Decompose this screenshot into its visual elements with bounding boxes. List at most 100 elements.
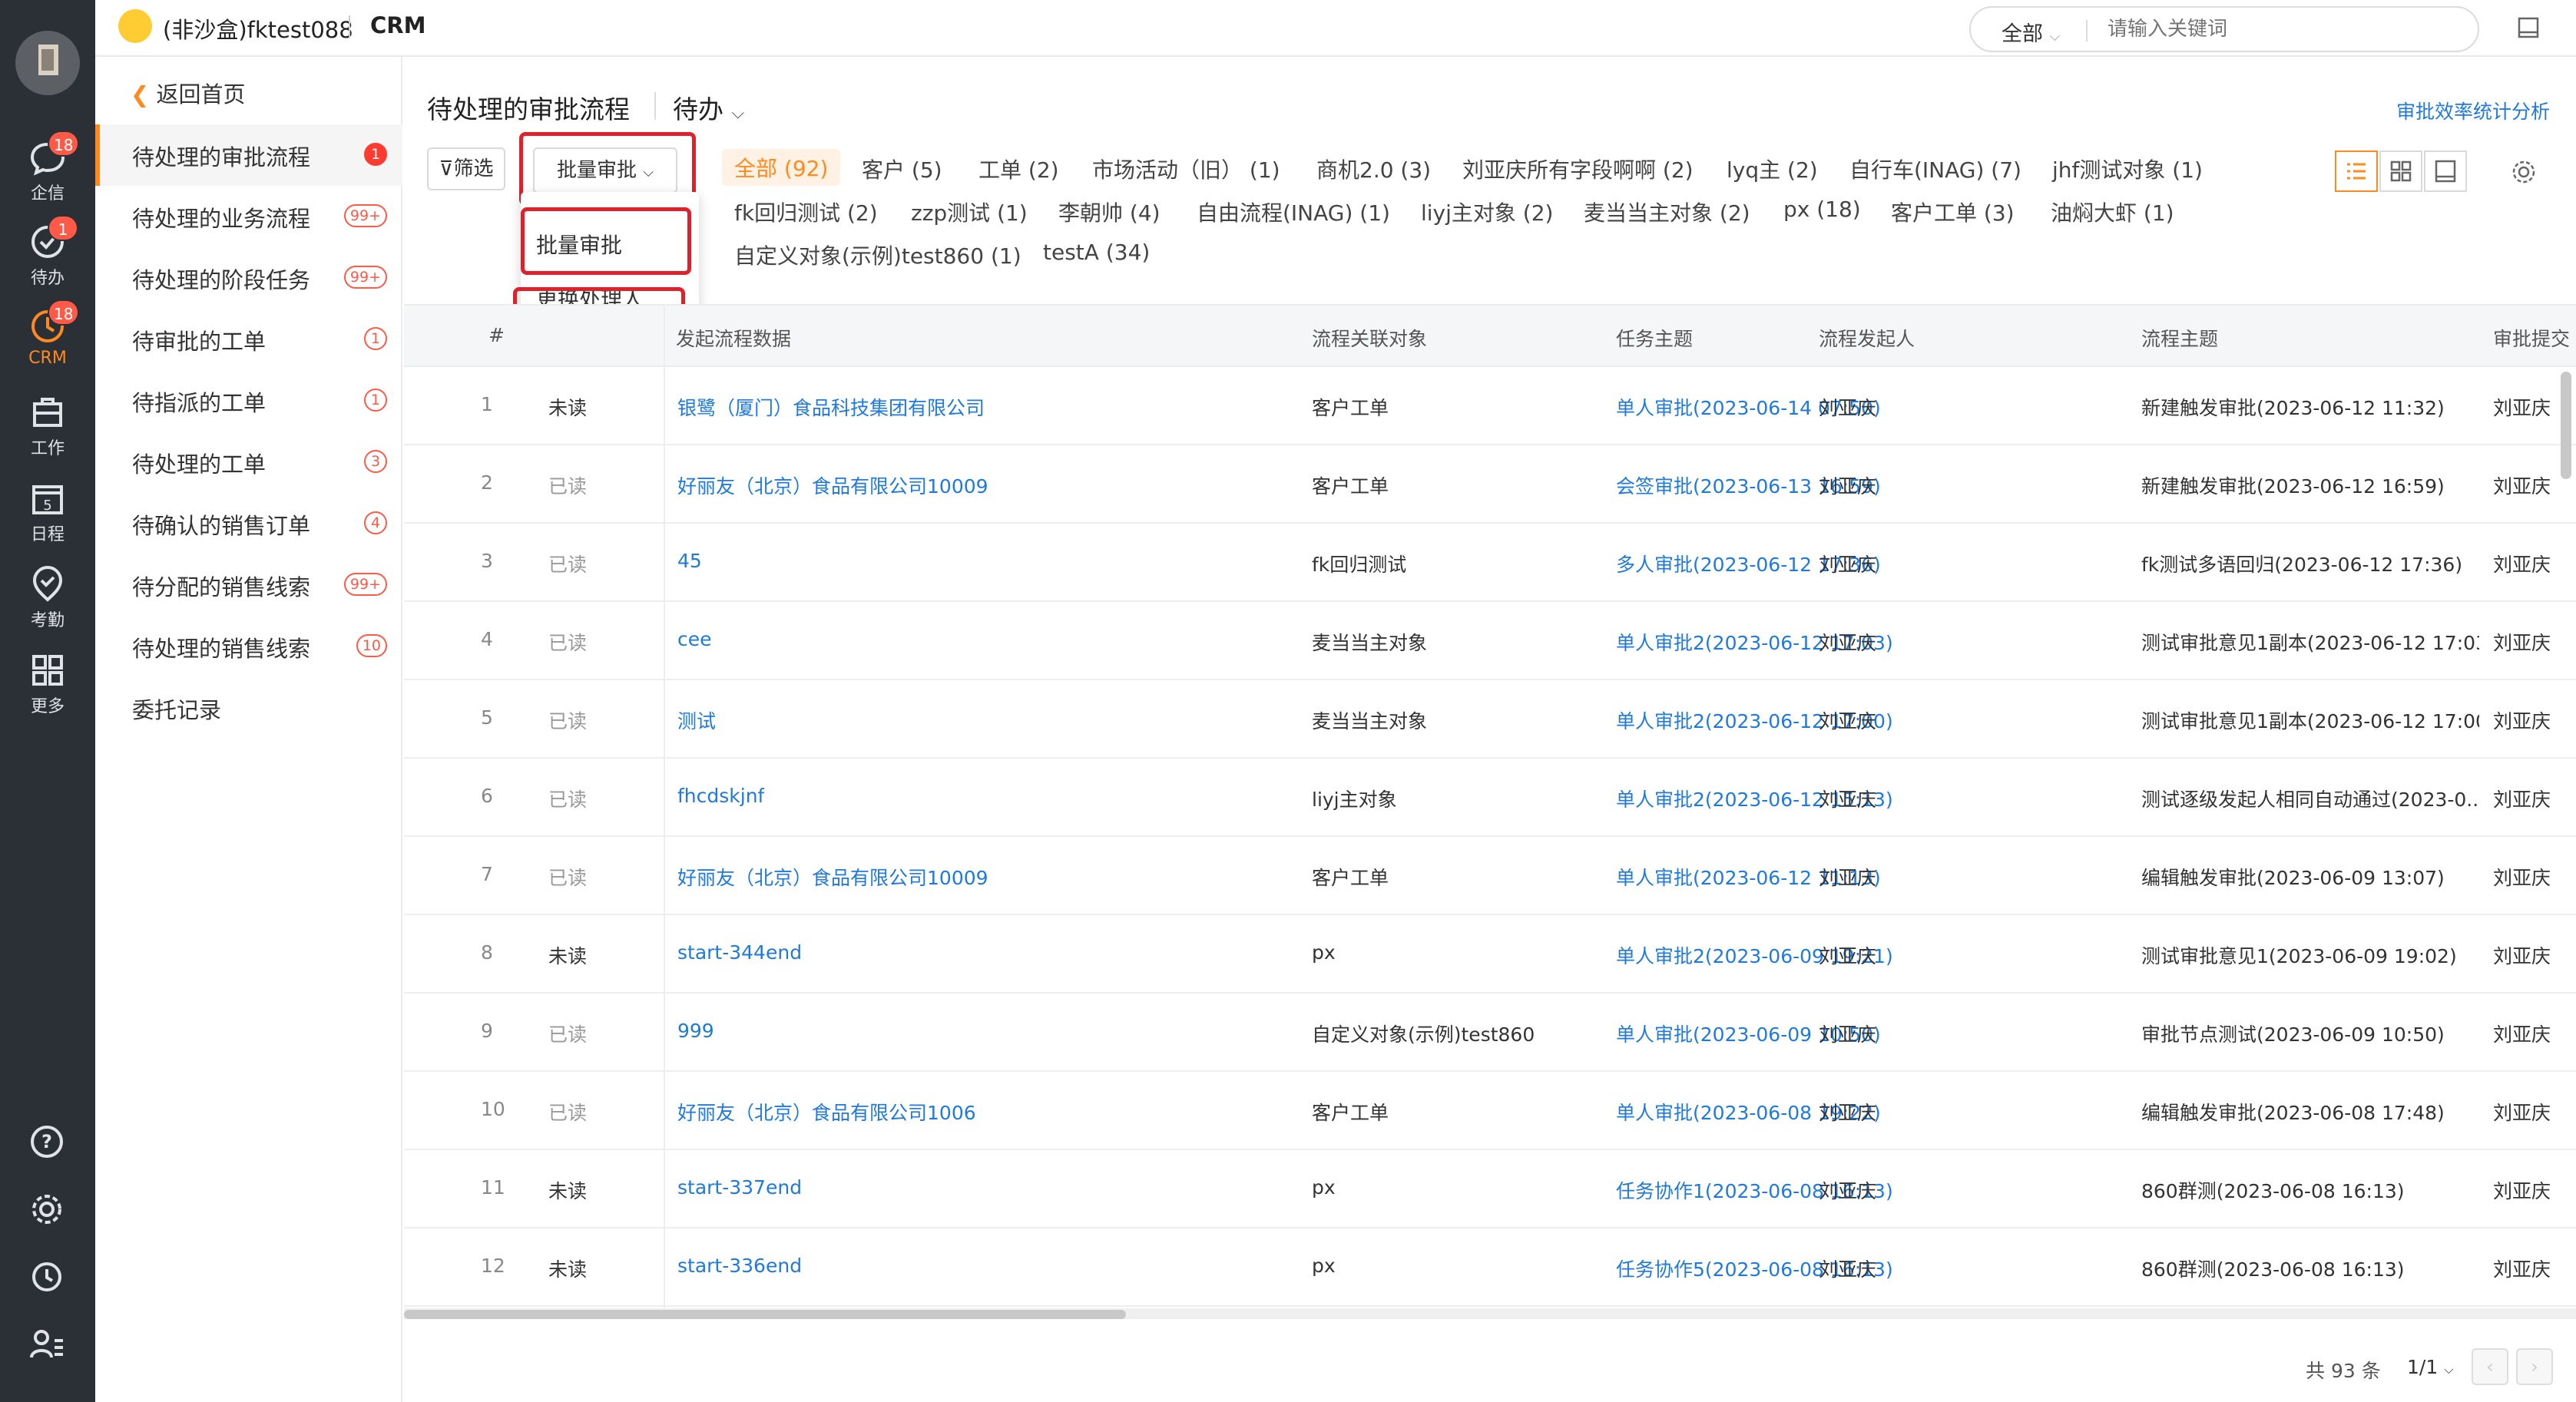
chip[interactable]: 自由流程(INAG) (1) [1197,197,1390,227]
initiator: 刘亚庆 [1819,632,1877,654]
sidebar-item-approval[interactable]: 待处理的审批流程 1 [95,124,402,186]
table-row[interactable]: 12 未读 start-336end px 任务协作5(2023-06-08 16:13… [404,1228,2576,1307]
chip[interactable]: 商机2.0 (3) [1316,154,1431,184]
row-index: 10 [481,1098,505,1120]
flow-data-link[interactable]: 好丽友（北京）食品有限公司10009 [677,471,988,499]
avatar[interactable] [15,31,80,95]
sidebar-item-approve-ticket[interactable]: 待审批的工单 1 [95,309,402,370]
scrollbar-thumb[interactable] [404,1310,1126,1319]
table-row[interactable]: 1 未读 银鹭（厦门）食品科技集团有限公司 客户工单 单人审批(2023-06-14 0… [404,367,2576,445]
column-header[interactable]: 流程发起人 [1819,324,1915,352]
column-header[interactable]: 流程关联对象 [1312,324,1427,352]
settings-icon[interactable] [2508,157,2539,187]
chip[interactable]: lyq主 (2) [1727,154,1818,184]
search-input[interactable] [2106,12,2444,46]
page-select[interactable]: 1/1 ⌵ [2407,1356,2453,1378]
flow-data-link[interactable]: start-337end [677,1176,802,1199]
sidebar-item-label: 待审批的工单 [132,329,267,355]
chip[interactable]: zzp测试 (1) [911,197,1028,227]
chip[interactable]: 客户 (5) [862,154,942,184]
sidebar-item-confirm-order[interactable]: 待确认的销售订单 4 [95,493,402,554]
flow-data-link[interactable]: 45 [677,550,702,572]
table-row[interactable]: 4 已读 cee 麦当当主对象 单人审批2(2023-06-12 17:03) 刘亚庆 测试… [404,602,2576,680]
history-icon[interactable] [28,1258,66,1296]
column-header[interactable]: 发起流程数据 [676,324,791,352]
vertical-scrollbar-thumb[interactable] [2561,372,2571,479]
rail-item-calendar[interactable]: 5 日程 [0,471,95,548]
rail-item-more[interactable]: 更多 [0,643,95,720]
sidebar-item-process-ticket[interactable]: 待处理的工单 3 [95,432,402,493]
split-view-button[interactable] [2424,150,2467,192]
settings-icon[interactable] [28,1190,66,1228]
submitter: 刘亚庆 [2493,789,2551,811]
chip[interactable]: testA (34) [1043,240,1150,265]
chip[interactable]: 自行车(INAG) (7) [1849,154,2021,184]
chevron-down-icon: ⌵ [2444,1362,2454,1377]
back-home-link[interactable]: ❮ 返回首页 [131,77,246,109]
table-row[interactable]: 9 已读 999 自定义对象(示例)test860 单人审批(2023-06-09 10… [404,994,2576,1072]
chip[interactable]: 刘亚庆所有字段啊啊 (2) [1462,154,1694,184]
table-row[interactable]: 8 未读 start-344end px 单人审批2(2023-06-09 19:21)… [404,915,2576,994]
flow-data-link[interactable]: start-336end [677,1255,802,1277]
chip[interactable]: 市场活动（旧） (1) [1092,154,1280,184]
column-header[interactable]: 流程主题 [2141,324,2218,352]
user-list-icon[interactable] [28,1325,66,1364]
rail-label: 更多 [30,697,65,716]
table-row[interactable]: 6 已读 fhcdskjnf liyj主对象 单人审批2(2023-06-12 15:1… [404,759,2576,837]
column-header[interactable]: 审批提交 [2493,324,2570,352]
sidebar-item-assign-leads[interactable]: 待分配的销售线索 99+ [95,554,402,616]
flow-data-link[interactable]: 好丽友（北京）食品有限公司10009 [677,863,988,891]
chip-all[interactable]: 全部 (92) [722,149,841,186]
next-page-button[interactable]: › [2516,1348,2553,1385]
flow-data-link[interactable]: 好丽友（北京）食品有限公司1006 [677,1098,976,1126]
rail-item-attendance[interactable]: 考勤 [0,557,95,634]
initiator: 刘亚庆 [1819,1023,1877,1046]
sidebar-item-assign-ticket[interactable]: 待指派的工单 1 [95,370,402,432]
list-view-button[interactable] [2335,150,2378,192]
chip[interactable]: 自定义对象(示例)test860 (1) [734,240,1021,270]
table-row[interactable]: 7 已读 好丽友（北京）食品有限公司10009 客户工单 单人审批(2023-06-12… [404,837,2576,915]
horizontal-scrollbar[interactable] [404,1308,2576,1319]
rail-item-todo[interactable]: 1 待办 [0,215,95,292]
status-select[interactable]: 待办 ⌵ [673,89,744,126]
table-row[interactable]: 2 已读 好丽友（北京）食品有限公司10009 客户工单 会签审批(2023-06-13… [404,445,2576,524]
help-icon[interactable]: ? [28,1123,66,1161]
chip[interactable]: px (18) [1783,197,1861,222]
table-row[interactable]: 3 已读 45 fk回归测试 多人审批(2023-06-12 17:36) 刘亚庆 fk测试… [404,524,2576,602]
flow-data-link[interactable]: 测试 [677,706,716,734]
chip[interactable]: liyj主对象 (2) [1421,197,1553,227]
chip[interactable]: 油焖大虾 (1) [2051,197,2174,227]
table-row[interactable]: 11 未读 start-337end px 任务协作1(2023-06-08 16:13… [404,1150,2576,1228]
chip[interactable]: 李朝帅 (4) [1058,197,1161,227]
chip[interactable]: fk回归测试 (2) [734,197,878,227]
table-row[interactable]: 5 已读 测试 麦当当主对象 单人审批2(2023-06-12 17:00) 刘亚庆 测试审… [404,680,2576,759]
chevron-left-icon: ❮ [131,81,150,107]
chip[interactable]: jhf测试对象 (1) [2052,154,2203,184]
sidebar-item-process-leads[interactable]: 待处理的销售线索 10 [95,616,402,677]
flow-data-link[interactable]: 银鹭（厦门）食品科技集团有限公司 [677,393,985,421]
sidebar-item-label: 待处理的审批流程 [132,144,311,170]
flow-data-link[interactable]: start-344end [677,941,802,964]
flow-data-link[interactable]: fhcdskjnf [677,785,764,807]
flow-data-link[interactable]: 999 [677,1020,714,1042]
related-object: 自定义对象(示例)test860 [1312,1023,1535,1046]
flow-subject: 860群测(2023-06-08 16:13) [2141,1258,2405,1281]
chip[interactable]: 工单 (2) [978,154,1059,184]
stats-link[interactable]: 审批效率统计分析 [2396,97,2550,124]
rail-item-messages[interactable]: 18 企信 [0,131,95,207]
table-row[interactable]: 10 已读 好丽友（北京）食品有限公司1006 客户工单 单人审批(2023-06-08… [404,1072,2576,1150]
card-view-button[interactable] [2379,150,2422,192]
flow-data-link[interactable]: cee [677,628,712,650]
chip[interactable]: 麦当当主对象 (2) [1584,197,1750,227]
search-scope-select[interactable]: 全部 ⌵ [2002,17,2060,47]
prev-page-button[interactable]: ‹ [2472,1348,2508,1385]
notice-icon[interactable] [2516,15,2541,40]
sidebar-item-stage-task[interactable]: 待处理的阶段任务 99+ [95,247,402,309]
sidebar-item-delegation[interactable]: 委托记录 [95,677,402,739]
rail-item-work[interactable]: 工作 [0,385,95,462]
rail-item-crm[interactable]: 18 CRM [0,299,95,376]
column-header[interactable]: 任务主题 [1616,324,1693,352]
chip[interactable]: 客户工单 (3) [1891,197,2015,227]
filter-button[interactable]: ⊽筛选 [427,147,505,190]
sidebar-item-business-flow[interactable]: 待处理的业务流程 99+ [95,186,402,247]
